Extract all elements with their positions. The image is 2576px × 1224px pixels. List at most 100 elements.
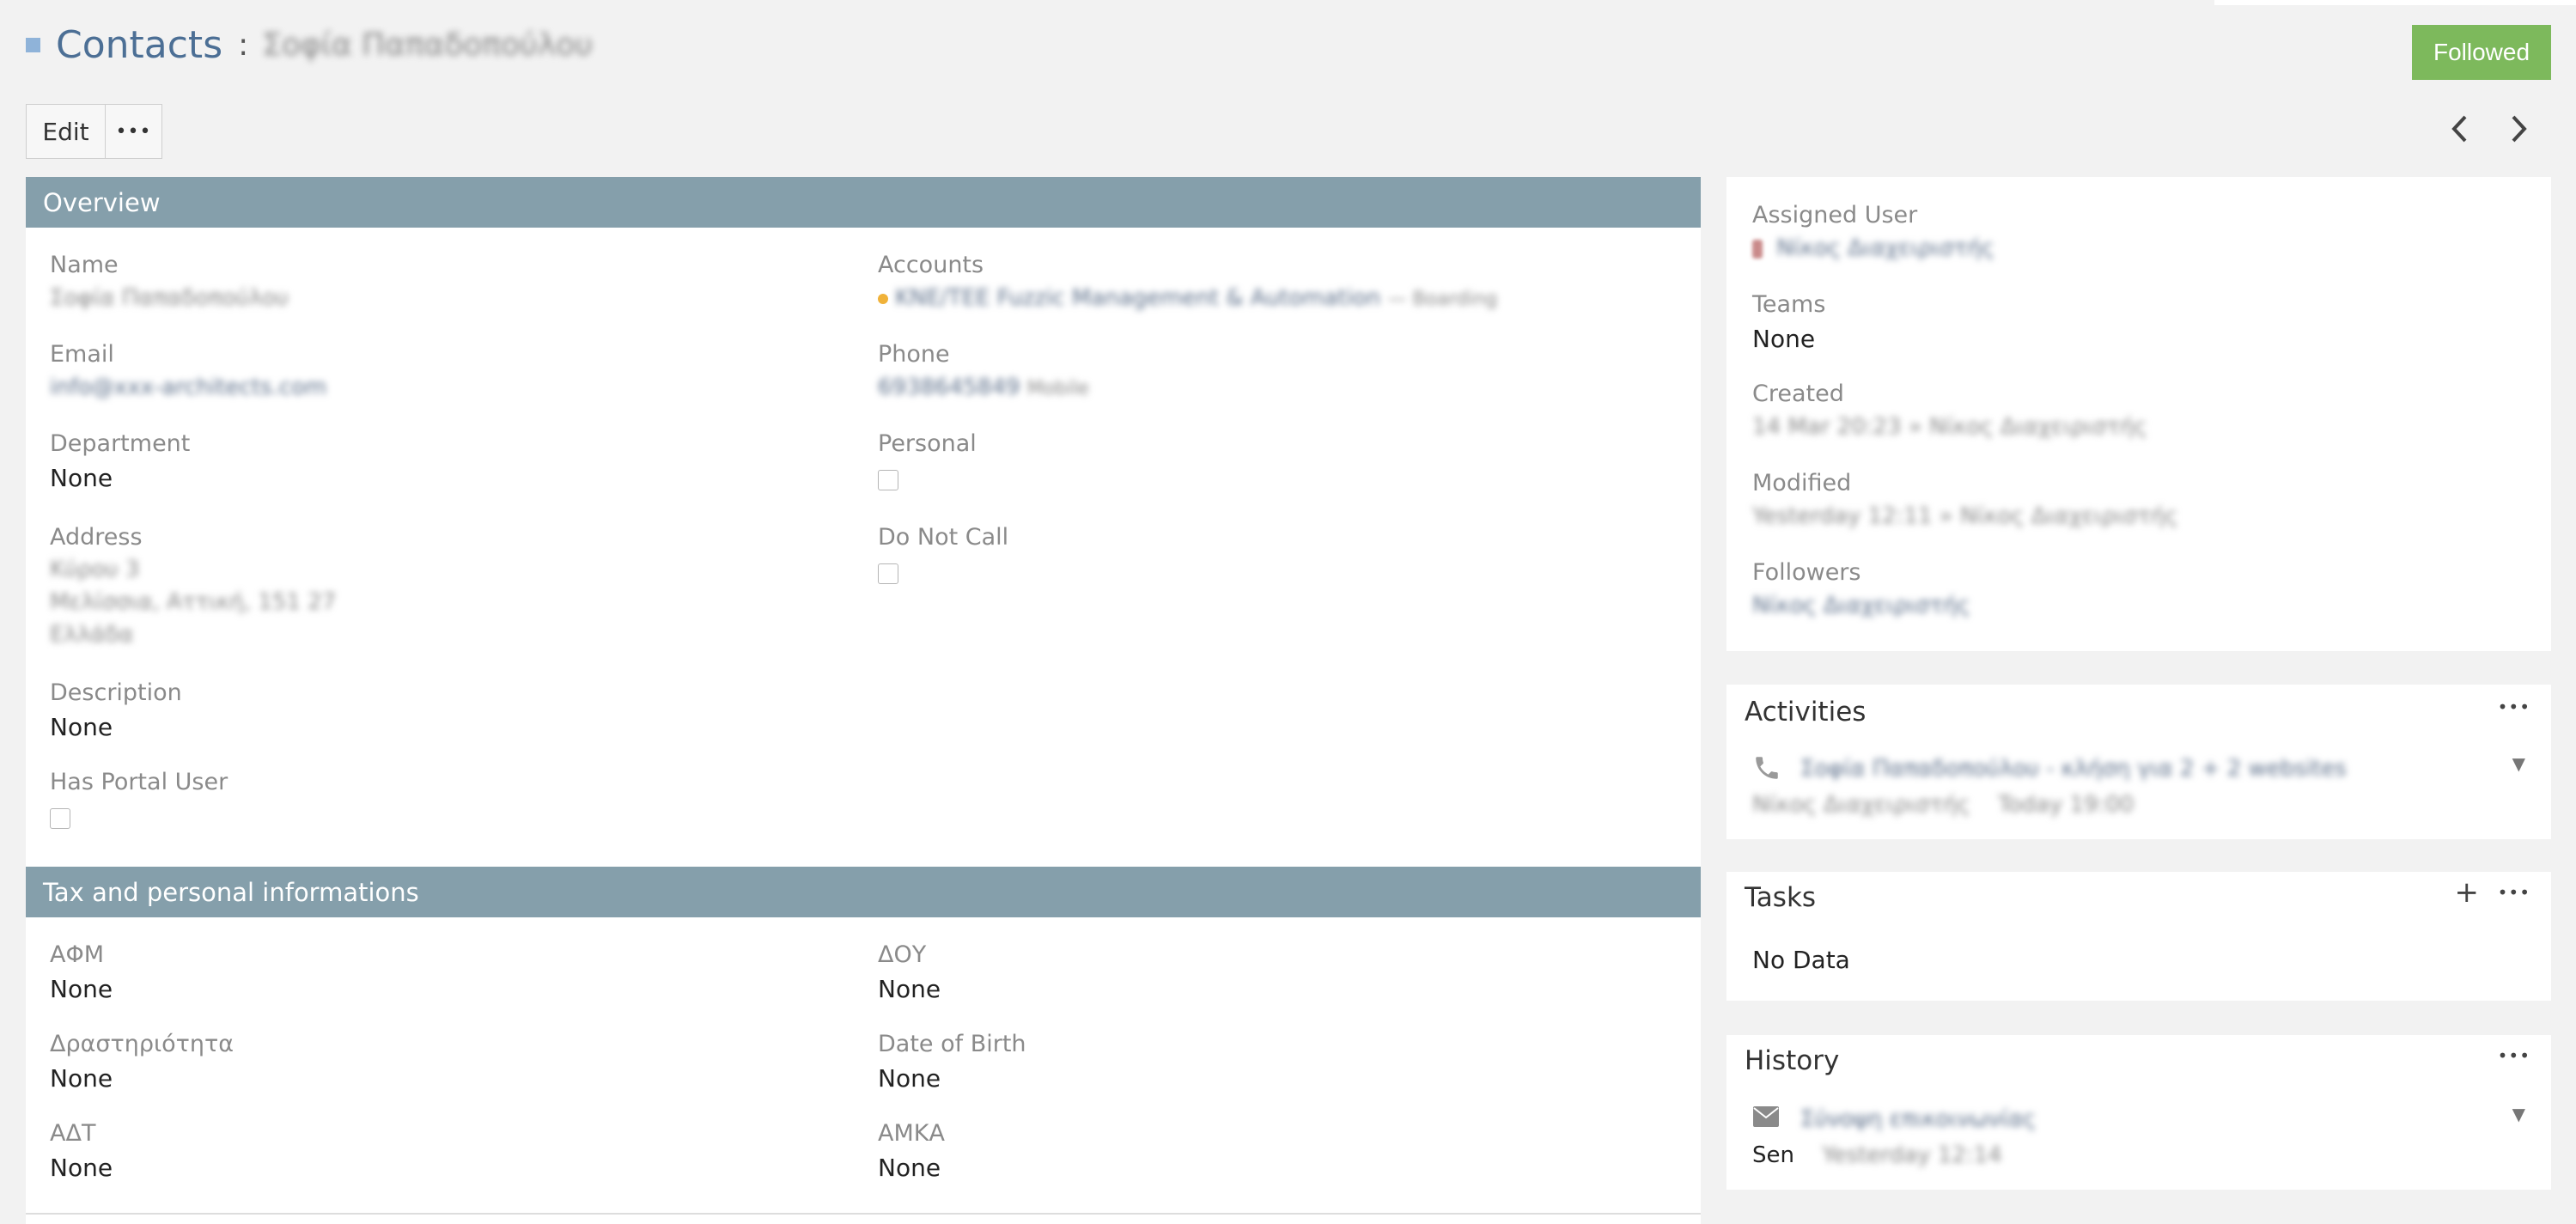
- adt-value: None: [50, 1154, 113, 1182]
- adt-label: ΑΔΤ: [50, 1120, 96, 1147]
- activities-title: Activities: [1745, 697, 1867, 728]
- section-divider: [26, 1213, 1701, 1215]
- history-panel: History ••• Σύνοψη επικοινωνίας ▼ Sen Ye…: [1726, 1035, 2551, 1190]
- description-value: None: [50, 713, 113, 741]
- dob-value: None: [878, 1064, 941, 1093]
- created-field: Created 14 Mar 20:23 » Νίκος Διαχειριστή…: [1752, 379, 2147, 444]
- do-not-call-label: Do Not Call: [878, 524, 1009, 551]
- afm-value: None: [50, 975, 113, 1003]
- module-title-link[interactable]: Contacts: [56, 23, 222, 67]
- tasks-title: Tasks: [1745, 882, 1817, 913]
- followed-button[interactable]: Followed: [2412, 25, 2551, 80]
- title-separator: :: [238, 27, 249, 63]
- address-field: Address Κύρου 3 Μελίσσια, Αττική, 151 27…: [50, 522, 336, 651]
- do-not-call-field: Do Not Call: [878, 522, 1008, 584]
- do-not-call-checkbox[interactable]: [878, 563, 898, 584]
- address-line-1: Κύρου 3: [50, 557, 140, 582]
- teams-label: Teams: [1752, 291, 1826, 318]
- history-title: History: [1745, 1045, 1840, 1076]
- name-value: Σοφία Παπαδοπούλου: [50, 285, 289, 311]
- activities-menu-button[interactable]: •••: [2498, 697, 2530, 717]
- top-edge-strip: [2214, 0, 2576, 5]
- assigned-user-field: Assigned User Νίκος Διαχειριστής: [1752, 200, 1994, 265]
- doy-label: ΔΟΥ: [878, 941, 927, 968]
- phone-icon: [1756, 757, 1778, 779]
- history-expand-caret[interactable]: ▼: [2512, 1104, 2525, 1124]
- followers-link[interactable]: Νίκος Διαχειριστής: [1752, 588, 1970, 623]
- phone-label: Phone: [878, 341, 950, 368]
- afm-label: ΑΦΜ: [50, 941, 105, 968]
- activity-expand-caret[interactable]: ▼: [2512, 753, 2525, 774]
- phone-type: Mobile: [1026, 378, 1089, 399]
- activity-field: Δραστηριότητα None: [50, 1029, 234, 1098]
- email-link[interactable]: info@xxx-architects.com: [50, 370, 326, 405]
- more-actions-button[interactable]: •••: [106, 104, 162, 159]
- activity-label: Δραστηριότητα: [50, 1031, 234, 1057]
- department-value: None: [50, 464, 113, 492]
- description-field: Description None: [50, 678, 182, 746]
- email-label: Email: [50, 341, 114, 368]
- name-field: Name Σοφία Παπαδοπούλου: [50, 250, 289, 315]
- portal-user-label: Has Portal User: [50, 769, 228, 795]
- chevron-right-icon: [2512, 115, 2527, 143]
- department-field: Department None: [50, 429, 190, 497]
- history-item-time: Yesterday 12:14: [1822, 1142, 2002, 1168]
- department-label: Department: [50, 430, 191, 457]
- teams-value: None: [1752, 325, 1816, 353]
- history-item-prefix: Sen: [1752, 1142, 1794, 1168]
- assigned-user-label: Assigned User: [1752, 202, 1918, 228]
- next-record-button[interactable]: [2498, 107, 2541, 150]
- history-menu-button[interactable]: •••: [2498, 1045, 2530, 1066]
- edit-button[interactable]: Edit: [26, 104, 106, 159]
- account-status-dot: [878, 293, 888, 304]
- tasks-panel: Tasks + ••• No Data: [1726, 872, 2551, 1001]
- module-square-icon: [26, 37, 40, 52]
- record-name: Σοφία Παπαδοπούλου: [262, 27, 594, 63]
- address-line-2: Μελίσσια, Αττική, 151 27: [50, 589, 337, 615]
- portal-user-field: Has Portal User: [50, 767, 228, 829]
- tasks-menu-button[interactable]: •••: [2498, 882, 2530, 903]
- side-info-panel: Assigned User Νίκος Διαχειριστής Teams N…: [1726, 177, 2551, 651]
- email-field: Email info@xxx-architects.com: [50, 339, 326, 405]
- account-link[interactable]: ΚΝΕ/ΤΕΕ Fuzzic Management & Automation: [895, 285, 1380, 311]
- followers-field: Followers Νίκος Διαχειριστής: [1752, 557, 1970, 623]
- page-header: Contacts : Σοφία Παπαδοπούλου: [26, 19, 593, 70]
- afm-field: ΑΦΜ None: [50, 940, 113, 1008]
- followers-label: Followers: [1752, 559, 1861, 586]
- description-label: Description: [50, 679, 182, 706]
- assigned-user-link[interactable]: Νίκος Διαχειριστής: [1776, 235, 1994, 261]
- tax-section-header: Tax and personal informations: [26, 867, 1701, 917]
- activity-time: Today 19:00: [1998, 792, 2134, 818]
- doy-field: ΔΟΥ None: [878, 940, 941, 1008]
- dob-label: Date of Birth: [878, 1031, 1026, 1057]
- portal-user-checkbox[interactable]: [50, 808, 70, 829]
- amka-field: ΑΜΚΑ None: [878, 1118, 945, 1187]
- teams-field: Teams None: [1752, 289, 1825, 358]
- modified-value: Yesterday 12:11 » Νίκος Διαχειριστής: [1752, 503, 2178, 529]
- add-task-button[interactable]: +: [2455, 875, 2480, 910]
- record-actions: Edit •••: [26, 104, 162, 159]
- personal-label: Personal: [878, 430, 977, 457]
- phone-link[interactable]: 6938645849: [878, 375, 1020, 400]
- history-item-link[interactable]: Σύνοψη επικοινωνίας: [1800, 1102, 2036, 1136]
- created-value: 14 Mar 20:23 » Νίκος Διαχειριστής: [1752, 414, 2147, 440]
- address-label: Address: [50, 524, 143, 551]
- accounts-label: Accounts: [878, 252, 984, 278]
- activity-user: Νίκος Διαχειριστής: [1752, 792, 1970, 818]
- activities-panel: Activities ••• Σοφία Παπαδοπούλου - κλήσ…: [1726, 685, 2551, 839]
- previous-record-button[interactable]: [2438, 107, 2481, 150]
- overview-section-header: Overview: [26, 177, 1701, 228]
- modified-field: Modified Yesterday 12:11 » Νίκος Διαχειρ…: [1752, 468, 2178, 533]
- address-line-3: Ελλάδα: [50, 622, 134, 648]
- envelope-icon: [1753, 1106, 1779, 1127]
- phone-field: Phone 6938645849 Mobile: [878, 339, 1089, 406]
- name-label: Name: [50, 252, 119, 278]
- dob-field: Date of Birth None: [878, 1029, 1026, 1098]
- doy-value: None: [878, 975, 941, 1003]
- adt-field: ΑΔΤ None: [50, 1118, 113, 1187]
- activity-item-link[interactable]: Σοφία Παπαδοπούλου - κλήση για 2 + 2 web…: [1800, 752, 2347, 786]
- created-label: Created: [1752, 381, 1844, 407]
- detail-panel: Overview Name Σοφία Παπαδοπούλου Account…: [26, 177, 1701, 1224]
- modified-label: Modified: [1752, 470, 1852, 496]
- personal-checkbox[interactable]: [878, 470, 898, 490]
